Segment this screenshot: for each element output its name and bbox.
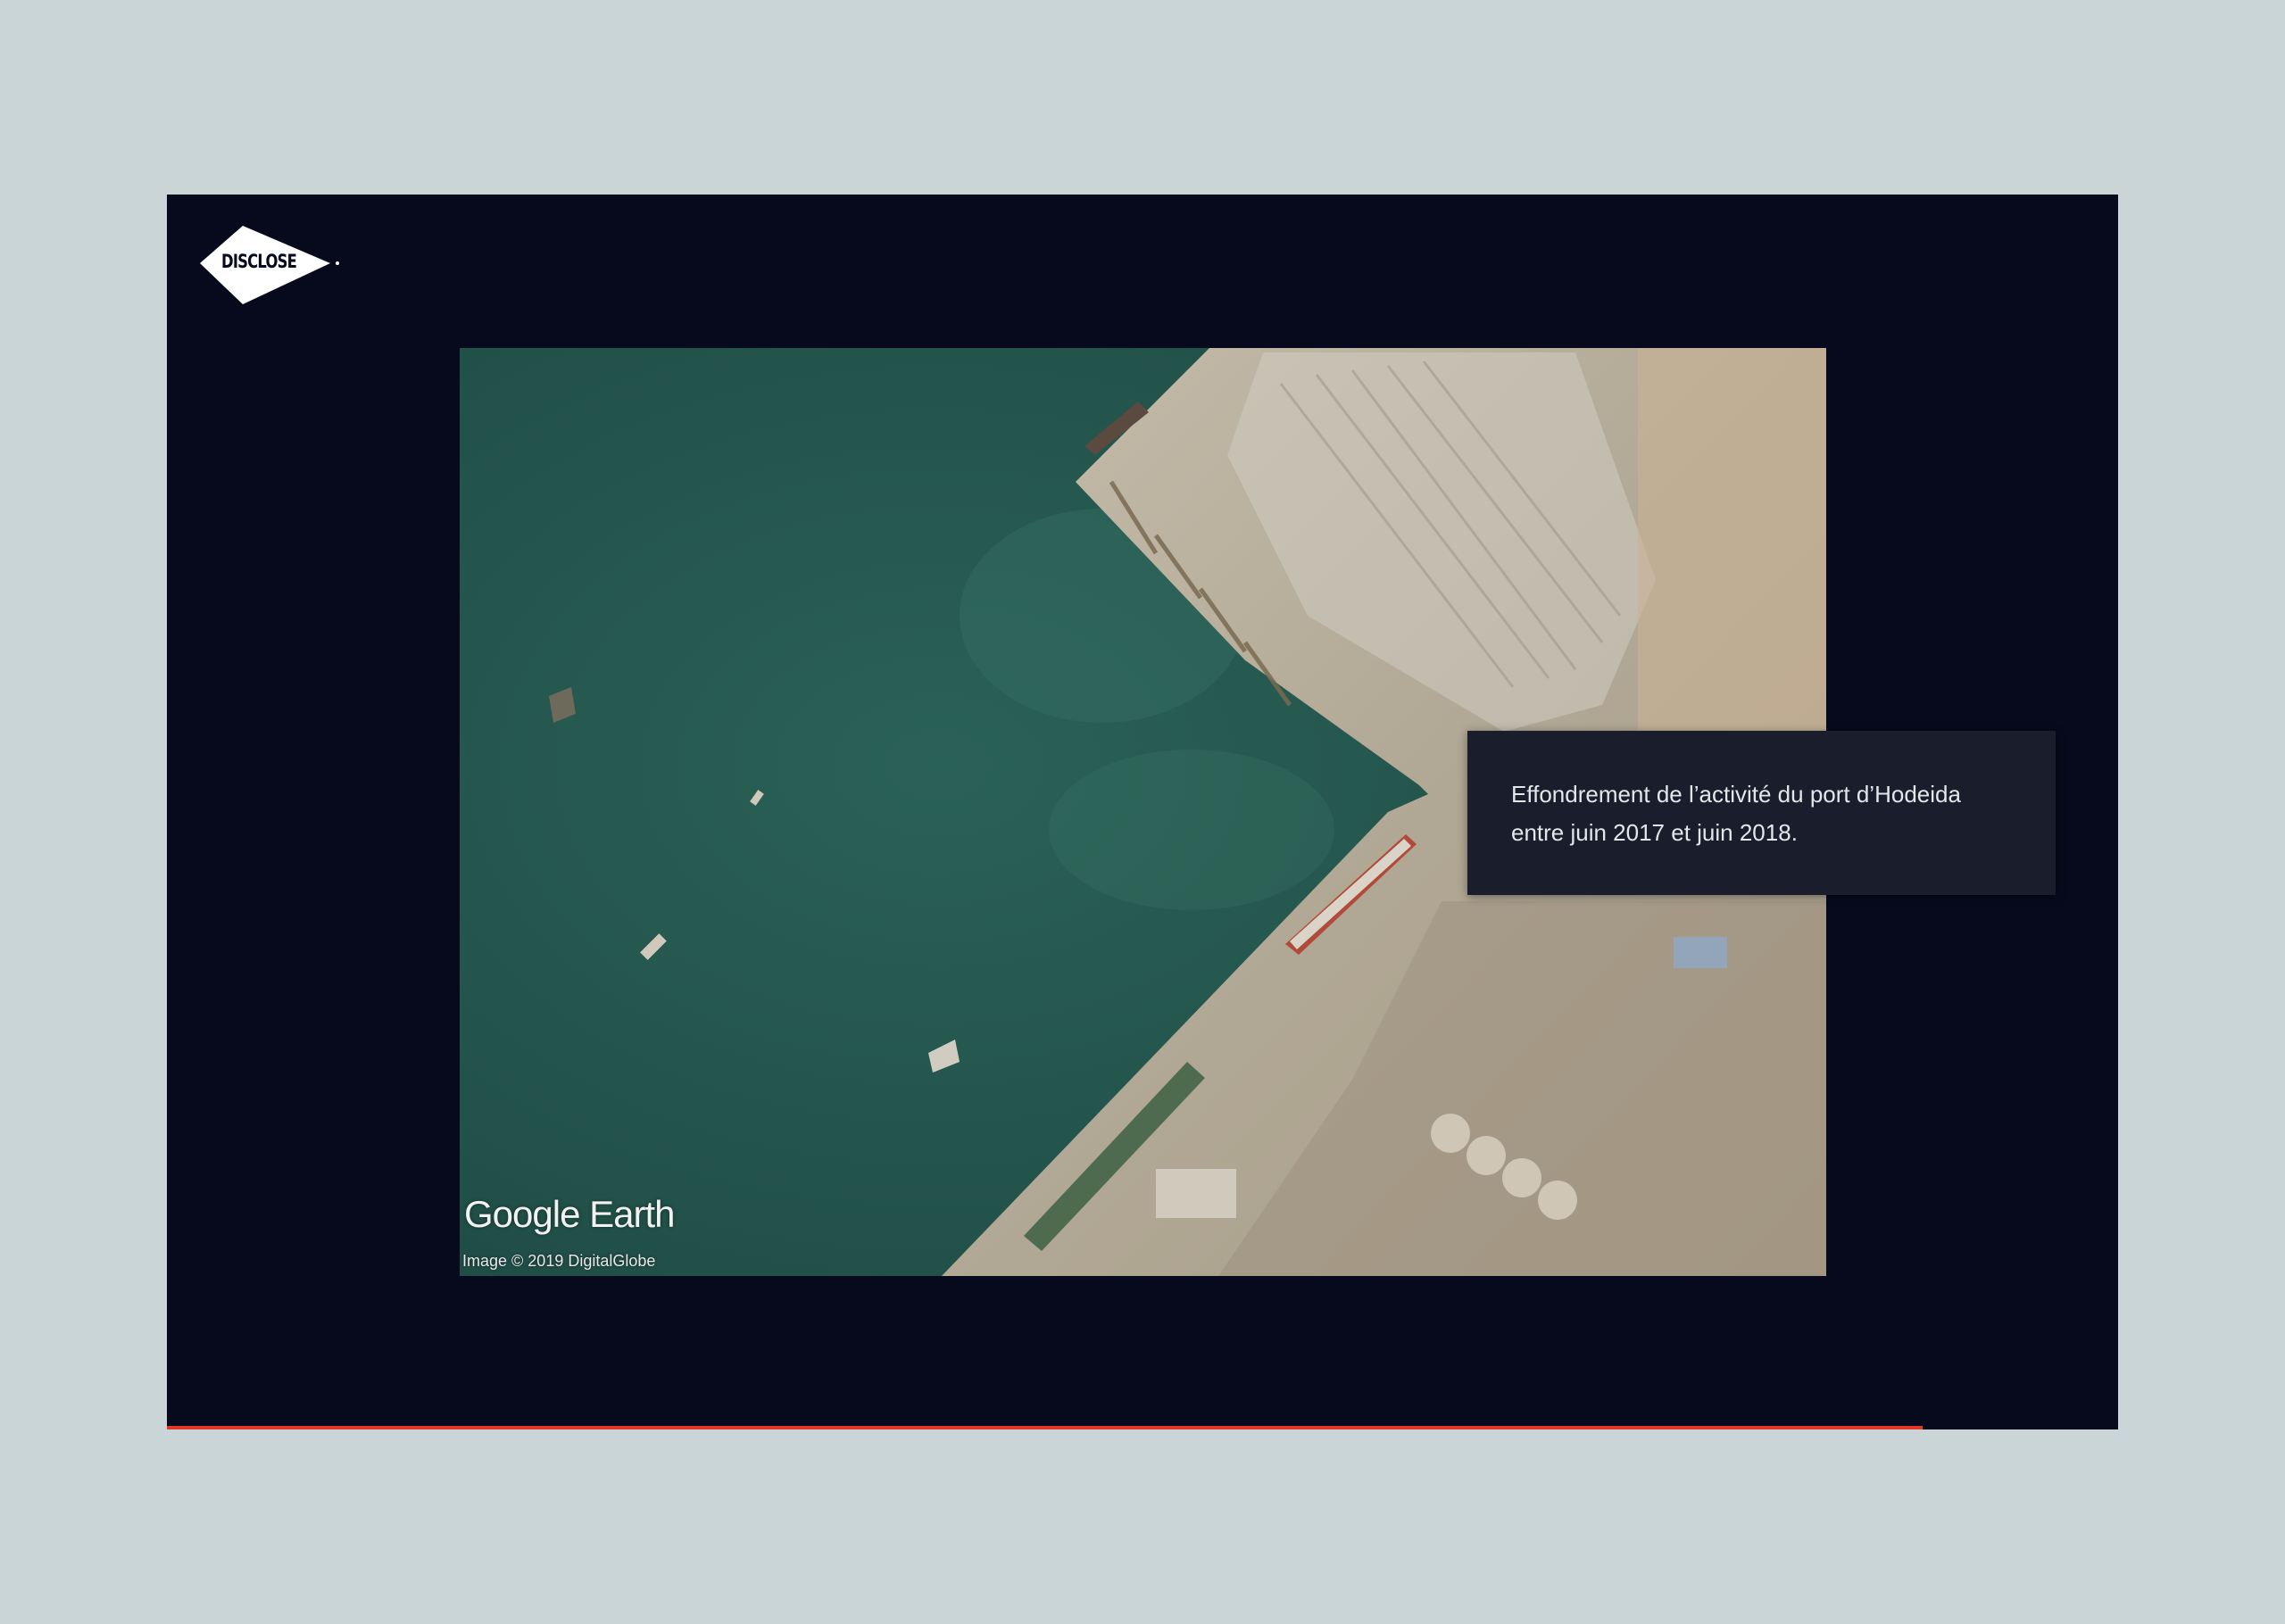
story-frame: DISCLOSE Google Earth Image © 2019 Digit… <box>167 195 2118 1429</box>
disclose-logo[interactable]: DISCLOSE <box>200 226 343 306</box>
story-progress-bar <box>167 1426 1924 1429</box>
image-credit: Image © 2019 DigitalGlobe <box>462 1252 656 1270</box>
caption-line-1: Effondrement de l’activité du port d’Hod… <box>1511 781 1961 808</box>
google-earth-watermark: Google Earth <box>464 1193 675 1235</box>
caption-line-2: entre juin 2017 et juin 2018. <box>1511 819 1798 846</box>
caption-box: Effondrement de l’activité du port d’Hod… <box>1467 731 2056 895</box>
logo-text: DISCLOSE <box>221 251 297 272</box>
